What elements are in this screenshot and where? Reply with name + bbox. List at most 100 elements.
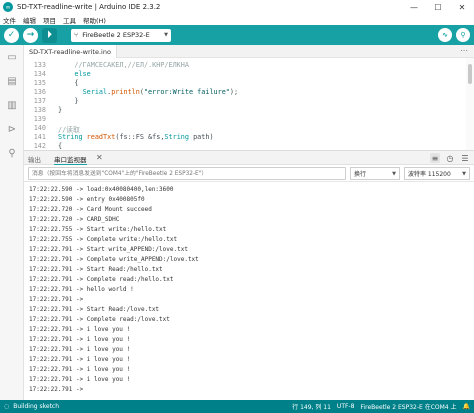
- serial-output-line: 17:22:22.791 -> Start Read:/love.txt: [29, 306, 160, 313]
- code-editor[interactable]: 133 //ГАМСЕСАКЕЛ,//ЕЛ/.КНР/ЕЛКНА 134 else…: [24, 58, 474, 150]
- menu-help[interactable]: 帮助(H): [83, 15, 106, 25]
- upload-button[interactable]: →: [23, 27, 38, 43]
- serial-monitor-button[interactable]: ⚲: [456, 28, 470, 42]
- serial-output-line: 17:22:22.720 -> CARD_SDHC: [29, 216, 120, 223]
- code-text: {: [58, 142, 63, 150]
- arduino-logo-icon: ∞: [3, 2, 13, 12]
- serial-output-line: 17:22:22.755 -> Complete write:/hello.tx…: [29, 236, 178, 243]
- cursor-position[interactable]: 行 149, 列 11: [292, 402, 331, 411]
- plotter-icon: ∿: [442, 31, 448, 39]
- usb-icon: ⑂: [74, 31, 79, 39]
- board-port-status[interactable]: FireBeetle 2 ESP32-E 在COM4 上: [360, 402, 456, 411]
- serial-output-line: 17:22:22.791 -> Complete write_APPEND:/l…: [29, 256, 199, 263]
- toggle-timestamp-icon[interactable]: ◷: [445, 153, 455, 163]
- code-line[interactable]: 142 {: [24, 142, 464, 150]
- code-text: String readTxt(fs::FS &fs,String path): [58, 133, 214, 141]
- serial-input-bar: 换行 ▼ 波特率 115200 ▼: [24, 165, 474, 182]
- code-text: Serial.println("error:Write failure");: [82, 88, 239, 96]
- menu-sketch[interactable]: 项目: [43, 15, 56, 25]
- serial-output-line: 17:22:22.791 -> Complete read:/hello.txt: [29, 276, 174, 283]
- serial-output-line: 17:22:22.791 -> i love you !: [29, 336, 131, 343]
- maximize-button[interactable]: ☐: [426, 0, 450, 14]
- toggle-autoscroll-icon[interactable]: ≡: [430, 153, 440, 163]
- serial-output-line: 17:22:22.791 -> i love you !: [29, 326, 131, 333]
- serial-output-line: 17:22:22.791 -> hello world !: [29, 286, 134, 293]
- serial-output[interactable]: 17:22:22.590 -> load:0x40080400,len:3600…: [24, 182, 474, 400]
- code-text: //ГАМСЕСАКЕЛ,//ЕЛ/.КНР/ЕЛКНА: [74, 61, 189, 69]
- debug-icon: ⏵: [47, 30, 52, 40]
- line-number: 134: [33, 70, 46, 78]
- chevron-down-icon: ▼: [392, 170, 396, 177]
- status-bar: ◌ Building sketch 行 149, 列 11 UTF-8 Fire…: [0, 400, 474, 413]
- serial-output-line: 17:22:22.791 -> i love you !: [29, 366, 131, 373]
- line-ending-select[interactable]: 换行 ▼: [350, 167, 400, 180]
- boards-manager-icon[interactable]: ▤: [6, 75, 18, 87]
- close-window-button[interactable]: ✕: [450, 0, 474, 14]
- close-tab-button[interactable]: ✕: [96, 153, 103, 162]
- serial-message-input[interactable]: [28, 167, 346, 180]
- status-building: Building sketch: [13, 403, 60, 410]
- debug-sidebar-icon[interactable]: ⊳: [6, 123, 18, 135]
- line-number: 141: [33, 133, 46, 141]
- line-number: 136: [33, 88, 46, 96]
- line-number: 139: [33, 115, 46, 123]
- folder-icon[interactable]: ▭: [6, 51, 18, 63]
- serial-output-line: 17:22:22.791 -> Start Read:/hello.txt: [29, 266, 163, 273]
- line-number: 135: [33, 79, 46, 87]
- menu-edit[interactable]: 编辑: [23, 15, 36, 25]
- file-tab-bar: SD-TXT-readline-write.ino ⋯: [24, 45, 474, 58]
- bottom-panel-header: 输出 串口监视器 ✕ ≡ ◷ ☰: [24, 150, 474, 165]
- library-manager-icon[interactable]: ▥: [6, 99, 18, 111]
- serial-output-line: 17:22:22.720 -> Card Mount succeed: [29, 206, 152, 213]
- file-encoding[interactable]: UTF-8: [337, 403, 355, 410]
- arrow-right-icon: →: [26, 30, 35, 40]
- serial-output-line: 17:22:22.590 -> load:0x40080400,len:3600: [29, 186, 174, 193]
- baud-rate-value: 波特率 115200: [408, 171, 451, 178]
- code-text: else: [74, 70, 91, 78]
- line-number: 138: [33, 106, 46, 114]
- baud-rate-select[interactable]: 波特率 115200 ▼: [404, 167, 470, 180]
- menu-tools[interactable]: 工具: [63, 15, 76, 25]
- serial-output-line: 17:22:22.755 -> Start write:/hello.txt: [29, 226, 167, 233]
- check-icon: ✓: [7, 30, 16, 40]
- clear-output-icon[interactable]: ☰: [460, 153, 470, 163]
- board-name: FireBeetle 2 ESP32-E: [82, 31, 150, 39]
- more-tabs-icon[interactable]: ⋯: [460, 46, 468, 55]
- editor-scrollbar[interactable]: [466, 58, 474, 150]
- chevron-down-icon: ▼: [164, 32, 168, 38]
- menu-file[interactable]: 文件: [3, 15, 16, 25]
- line-ending-value: 换行: [354, 171, 367, 178]
- minimize-button[interactable]: —: [402, 0, 426, 14]
- code-text: }: [58, 106, 63, 114]
- verify-button[interactable]: ✓: [4, 27, 19, 43]
- serial-output-line: 17:22:22.791 -> i love you !: [29, 346, 131, 353]
- serial-plotter-button[interactable]: ∿: [438, 28, 452, 42]
- serial-output-line: 17:22:22.791 -> Start write_APPEND:/love…: [29, 246, 188, 253]
- notification-icon[interactable]: 🔔: [463, 403, 470, 410]
- board-selector[interactable]: ⑂ FireBeetle 2 ESP32-E ▼: [71, 28, 171, 42]
- line-number: 142: [33, 142, 46, 150]
- code-text: {: [58, 79, 79, 87]
- chevron-down-icon: ▼: [462, 170, 466, 177]
- spinner-icon: ◌: [4, 403, 10, 410]
- tab-output[interactable]: 输出: [28, 154, 41, 164]
- search-icon: ⚲: [460, 31, 466, 39]
- serial-output-line: 17:22:22.791 ->: [29, 386, 84, 393]
- serial-output-line: 17:22:22.791 -> i love you !: [29, 376, 131, 383]
- line-number: 133: [33, 61, 46, 69]
- sidebar: ▭ ▤ ▥ ⊳ ⚲: [0, 45, 24, 400]
- window-title: SD-TXT-readline-write | Arduino IDE 2.3.…: [17, 3, 161, 11]
- tab-serial-monitor[interactable]: 串口监视器: [54, 154, 87, 165]
- serial-output-line: 17:22:22.590 -> entry 0x400805f0: [29, 196, 145, 203]
- code-text: }: [58, 97, 79, 105]
- serial-output-line: 17:22:22.791 ->: [29, 296, 84, 303]
- line-number: 140: [33, 124, 46, 132]
- debug-button[interactable]: ⏵: [42, 27, 57, 43]
- toolbar: ✓ → ⏵ ⑂ FireBeetle 2 ESP32-E ▼ ∿ ⚲: [0, 25, 474, 45]
- serial-output-line: 17:22:22.791 -> i love you !: [29, 356, 131, 363]
- line-number: 137: [33, 97, 46, 105]
- title-bar: ∞ SD-TXT-readline-write | Arduino IDE 2.…: [0, 0, 474, 14]
- tab-sd-txt-readline-write[interactable]: SD-TXT-readline-write.ino: [24, 45, 117, 58]
- menu-bar: 文件 编辑 项目 工具 帮助(H): [0, 14, 474, 25]
- search-sidebar-icon[interactable]: ⚲: [6, 147, 18, 159]
